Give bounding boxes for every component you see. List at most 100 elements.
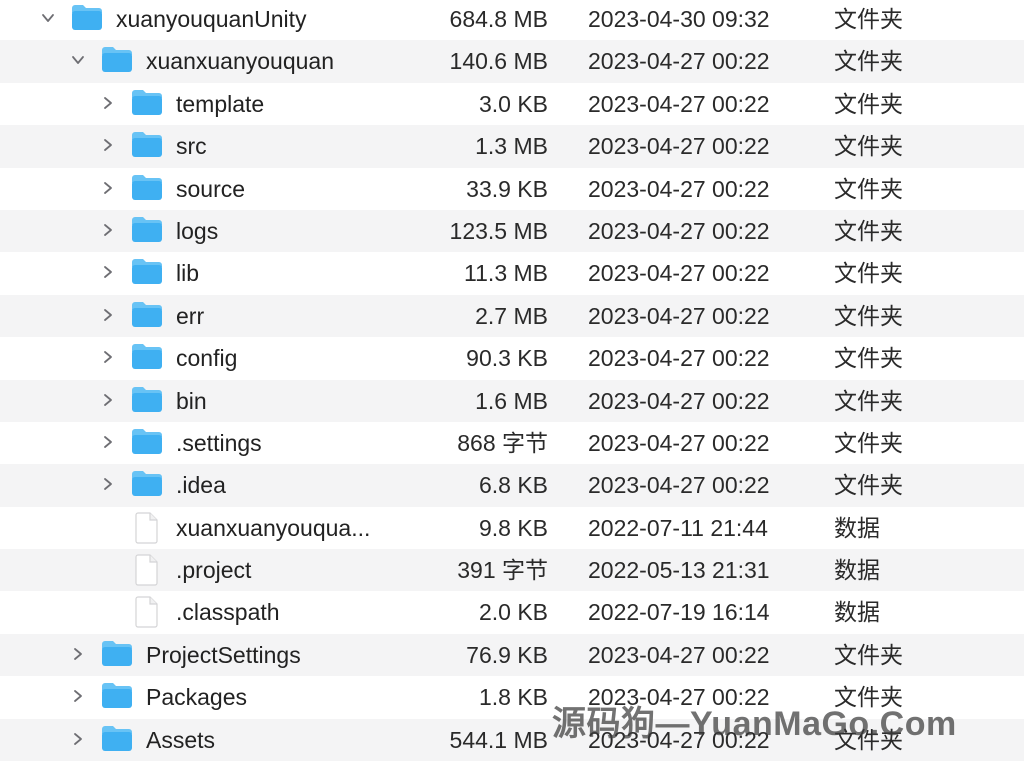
list-row[interactable]: xuanxuanyouqua... 9.8 KB 2022-07-11 21:44 数… <box>0 507 1024 549</box>
item-name: xuanxuanyouqua... <box>176 514 371 541</box>
folder-icon <box>100 680 134 714</box>
watermark: 源码狗—YuanMaGo.Com <box>552 705 957 743</box>
chevron-right-icon[interactable] <box>68 676 88 718</box>
folder-icon <box>130 384 164 418</box>
item-size: 684.8 MB <box>449 6 548 32</box>
folder-icon <box>130 341 164 375</box>
folder-icon <box>100 44 134 78</box>
chevron-right-icon[interactable] <box>98 464 118 506</box>
item-size: 6.8 KB <box>478 472 548 499</box>
item-size: 1.6 MB <box>475 387 548 414</box>
item-size: 33.9 KB <box>466 175 548 202</box>
item-size: 3.0 KB <box>478 90 548 117</box>
folder-icon <box>130 214 164 248</box>
list-row[interactable]: xuanxuanyouquan 140.6 MB 2023-04-27 00:22 文… <box>0 40 1024 83</box>
file-icon <box>133 553 161 587</box>
item-size: 2.0 KB <box>478 599 548 626</box>
folder-icon <box>100 723 134 757</box>
item-kind: 文件夹 <box>834 302 903 329</box>
list-row[interactable]: source 33.9 KB 2023-04-27 00:22 文件夹 <box>0 168 1024 210</box>
item-name: config <box>176 345 238 372</box>
list-row[interactable]: .project 391 字节 2022-05-13 21:31 数据 <box>0 549 1024 592</box>
item-size: 140.6 MB <box>449 48 548 75</box>
item-kind: 文件夹 <box>834 6 903 32</box>
item-name: .settings <box>176 429 262 456</box>
item-kind: 文件夹 <box>834 260 903 287</box>
item-name: Packages <box>146 684 248 711</box>
item-name: source <box>176 175 246 202</box>
item-kind: 数据 <box>834 557 880 584</box>
item-date-modified: 2023-04-27 00:22 <box>588 302 770 329</box>
chevron-right-icon[interactable] <box>98 422 118 464</box>
item-kind: 文件夹 <box>834 175 903 202</box>
folder-icon <box>130 129 164 163</box>
item-size: 544.1 MB <box>449 726 548 753</box>
item-date-modified: 2022-07-11 21:44 <box>588 514 768 541</box>
chevron-down-icon[interactable] <box>68 40 88 82</box>
item-kind: 数据 <box>834 599 880 626</box>
item-size: 9.8 KB <box>478 514 548 541</box>
item-kind: 文件夹 <box>834 387 903 414</box>
list-row[interactable]: config 90.3 KB 2023-04-27 00:22 文件夹 <box>0 337 1024 379</box>
item-date-modified: 2022-07-19 16:14 <box>588 599 770 626</box>
chevron-right-icon[interactable] <box>98 83 118 125</box>
item-date-modified: 2023-04-30 09:32 <box>588 6 770 32</box>
item-kind: 文件夹 <box>834 48 903 75</box>
item-size: 868 字节 <box>457 429 548 456</box>
item-name: lib <box>176 260 200 287</box>
file-icon <box>133 511 161 545</box>
item-date-modified: 2023-04-27 00:22 <box>588 217 770 244</box>
list-row[interactable]: logs 123.5 MB 2023-04-27 00:22 文件夹 <box>0 209 1024 253</box>
item-name: ProjectSettings <box>146 641 301 668</box>
item-kind: 文件夹 <box>834 90 903 117</box>
list-row[interactable]: .idea 6.8 KB 2023-04-27 00:22 文件夹 <box>0 464 1024 507</box>
folder-icon <box>130 256 164 290</box>
chevron-right-icon[interactable] <box>68 719 88 761</box>
item-size: 2.7 MB <box>475 302 548 329</box>
folder-icon <box>100 638 134 672</box>
item-kind: 文件夹 <box>834 472 903 499</box>
file-list: xuanyouquanUnity 684.8 MB 2023-04-30 09:32… <box>0 0 1024 762</box>
list-row[interactable]: template 3.0 KB 2023-04-27 00:22 文件夹 <box>0 83 1024 125</box>
list-row[interactable]: src 1.3 MB 2023-04-27 00:22 文件夹 <box>0 125 1024 168</box>
list-row[interactable]: lib 11.3 MB 2023-04-27 00:22 文件夹 <box>0 252 1024 294</box>
chevron-right-icon[interactable] <box>98 295 118 337</box>
chevron-down-icon[interactable] <box>38 0 58 40</box>
list-row[interactable]: .classpath 2.0 KB 2022-07-19 16:14 数据 <box>0 591 1024 633</box>
item-name: template <box>176 90 265 117</box>
item-size: 1.3 MB <box>475 133 548 160</box>
list-row[interactable]: ProjectSettings 76.9 KB 2023-04-27 00:22 文件… <box>0 633 1024 677</box>
item-date-modified: 2023-04-27 00:22 <box>588 472 770 499</box>
item-date-modified: 2022-05-13 21:31 <box>588 557 770 584</box>
folder-icon <box>130 172 164 206</box>
chevron-right-icon[interactable] <box>68 634 88 676</box>
item-name: bin <box>176 387 207 414</box>
item-date-modified: 2023-04-27 00:22 <box>588 387 770 414</box>
chevron-right-icon[interactable] <box>98 168 118 210</box>
list-row[interactable]: .settings 868 字节 2023-04-27 00:22 文件夹 <box>0 422 1024 464</box>
chevron-right-icon[interactable] <box>98 380 118 422</box>
item-size: 123.5 MB <box>449 217 548 244</box>
item-size: 11.3 MB <box>464 260 548 287</box>
item-name: xuanyouquanUnity <box>116 6 307 32</box>
folder-icon <box>130 299 164 333</box>
list-row[interactable]: bin 1.6 MB 2023-04-27 00:22 文件夹 <box>0 379 1024 422</box>
item-kind: 文件夹 <box>834 345 903 372</box>
folder-icon <box>70 2 104 36</box>
list-row[interactable]: xuanyouquanUnity 684.8 MB 2023-04-30 09:32… <box>0 0 1024 40</box>
item-date-modified: 2023-04-27 00:22 <box>588 641 770 668</box>
item-date-modified: 2023-04-27 00:22 <box>588 260 770 287</box>
chevron-right-icon[interactable] <box>98 210 118 252</box>
chevron-right-icon[interactable] <box>98 252 118 294</box>
item-size: 90.3 KB <box>466 345 548 372</box>
item-date-modified: 2023-04-27 00:22 <box>588 90 770 117</box>
item-date-modified: 2023-04-27 00:22 <box>588 133 770 160</box>
item-date-modified: 2023-04-27 00:22 <box>588 345 770 372</box>
item-kind: 数据 <box>834 514 880 541</box>
list-row[interactable]: err 2.7 MB 2023-04-27 00:22 文件夹 <box>0 294 1024 338</box>
chevron-right-icon[interactable] <box>98 125 118 167</box>
chevron-right-icon[interactable] <box>98 337 118 379</box>
item-name: xuanxuanyouquan <box>146 48 334 75</box>
item-date-modified: 2023-04-27 00:22 <box>588 429 770 456</box>
item-name: src <box>176 133 207 160</box>
